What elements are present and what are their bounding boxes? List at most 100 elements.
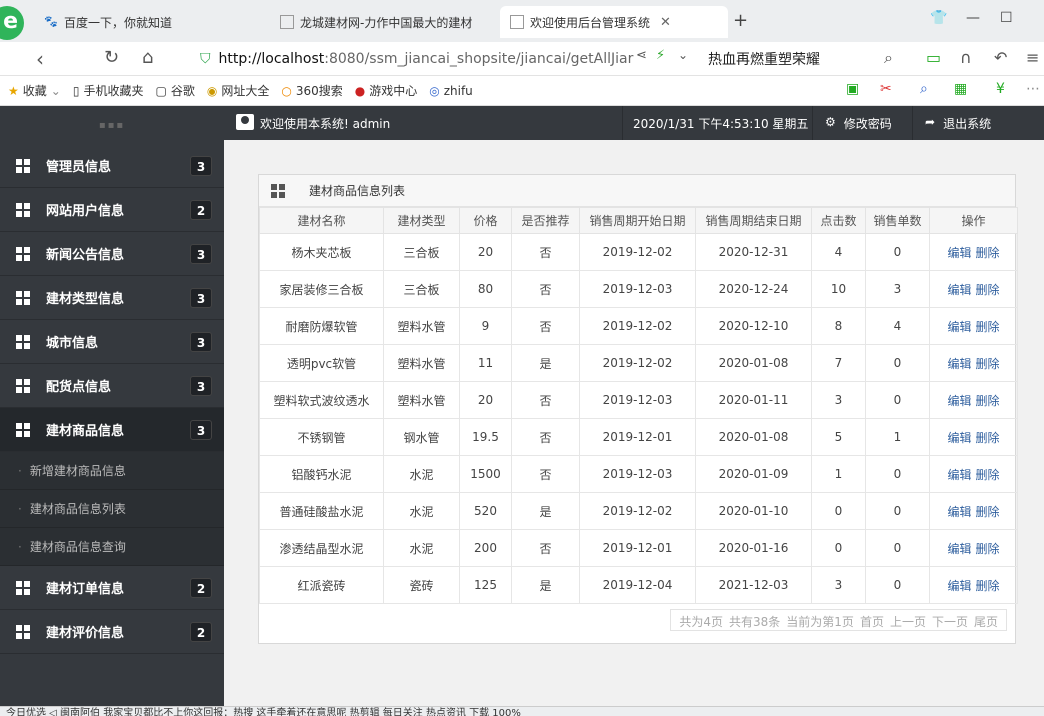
sidebar-item-news[interactable]: 新闻公告信息 3 — [0, 232, 224, 276]
table-cell: 2019-12-02 — [579, 307, 696, 345]
share-icon[interactable]: ⋖ — [636, 48, 647, 63]
delete-link[interactable]: 删除 — [976, 542, 1000, 556]
delete-link[interactable]: 删除 — [976, 431, 1000, 445]
new-tab-button[interactable]: + — [733, 10, 748, 31]
close-tab-icon[interactable]: ✕ — [660, 15, 671, 30]
table-row: 红派瓷砖 瓷砖 125 是 2019-12-04 2021-12-03 3 0 编辑 删除 — [259, 566, 1018, 604]
reload-icon[interactable]: ↻ — [104, 47, 119, 68]
column-header[interactable]: 是否推荐 — [511, 207, 580, 234]
battery-icon[interactable]: ▭ — [926, 48, 941, 67]
sidebar-subitem-product-query[interactable]: · 建材商品信息查询 — [0, 528, 224, 566]
bookmark-item[interactable]: ◎ zhifu — [429, 84, 473, 98]
bookmark-item[interactable]: ○ 360搜索 — [281, 82, 342, 99]
bookmark-label: 谷歌 — [170, 84, 195, 98]
search-icon: ○ — [281, 83, 292, 98]
maximize-icon[interactable]: ☐ — [1000, 10, 1013, 26]
sidebar-item-users[interactable]: 网站用户信息 2 — [0, 188, 224, 232]
back-icon[interactable]: ‹ — [36, 47, 44, 71]
edit-link[interactable]: 编辑 — [947, 542, 971, 556]
scissors-icon[interactable]: ✂ — [880, 81, 892, 97]
table-cell: 三合板 — [383, 270, 460, 308]
edit-link[interactable]: 编辑 — [947, 246, 971, 260]
bookmark-item[interactable]: ★ 收藏 ⌄ — [8, 82, 61, 99]
delete-link[interactable]: 删除 — [976, 357, 1000, 371]
sidebar-grip[interactable]: ▪▪▪ — [0, 106, 224, 144]
sidebar-subitem-add-product[interactable]: · 新增建材商品信息 — [0, 452, 224, 490]
edit-link[interactable]: 编辑 — [947, 283, 971, 297]
sidebar-item-cities[interactable]: 城市信息 3 — [0, 320, 224, 364]
table-cell: 普通硅酸盐水泥 — [259, 492, 384, 530]
column-header[interactable]: 建材名称 — [259, 207, 384, 234]
bookmark-item[interactable]: ◉ 网址大全 — [207, 82, 270, 99]
table-cell: 3 — [811, 381, 866, 419]
table-row: 家居装修三合板 三合板 80 否 2019-12-03 2020-12-24 10 3 编辑 删除 — [259, 270, 1018, 308]
menu-icon[interactable]: ≡ — [1026, 48, 1039, 67]
lightning-icon[interactable]: ⚡ — [656, 48, 665, 63]
pager-link[interactable]: 上一页 — [890, 613, 926, 629]
chevron-down-icon[interactable]: ⌄ — [678, 48, 688, 62]
delete-link[interactable]: 删除 — [976, 468, 1000, 482]
column-header[interactable]: 点击数 — [811, 207, 866, 234]
tab-longcheng[interactable]: 龙城建材网-力作中国最大的建材 — [270, 6, 498, 38]
datetime: 2020/1/31 下午4:53:10 星期五 — [622, 106, 818, 140]
gear-icon: ⚙ — [825, 115, 836, 129]
search-icon[interactable]: ⌕ — [920, 81, 928, 97]
search-icon[interactable]: ⌕ — [884, 48, 893, 68]
table-cell: 11 — [459, 344, 512, 382]
edit-link[interactable]: 编辑 — [947, 394, 971, 408]
sidebar-item-reviews[interactable]: 建材评价信息 2 — [0, 610, 224, 654]
table-cell: 2019-12-02 — [579, 344, 696, 382]
column-header[interactable]: 销售周期结束日期 — [695, 207, 812, 234]
money-icon[interactable]: ¥ — [996, 81, 1005, 97]
delete-link[interactable]: 删除 — [976, 320, 1000, 334]
edit-link[interactable]: 编辑 — [947, 468, 971, 482]
bookmark-item[interactable]: ▢ 谷歌 — [155, 82, 194, 99]
search-input[interactable]: 热血再燃重塑荣耀 — [708, 45, 908, 73]
delete-link[interactable]: 删除 — [976, 283, 1000, 297]
delete-link[interactable]: 删除 — [976, 246, 1000, 260]
table-cell: 20 — [459, 381, 512, 419]
edit-link[interactable]: 编辑 — [947, 579, 971, 593]
table-cell: 20 — [459, 233, 512, 271]
column-header[interactable]: 销售单数 — [865, 207, 930, 234]
grid-icon — [16, 158, 30, 173]
shirt-icon[interactable]: 👕 — [930, 10, 947, 26]
bookmark-item[interactable]: ● 游戏中心 — [355, 82, 418, 99]
headphones-icon[interactable]: ∩ — [960, 48, 972, 67]
delete-link[interactable]: 删除 — [976, 579, 1000, 593]
extension-icon[interactable]: ▣ — [846, 81, 859, 97]
edit-link[interactable]: 编辑 — [947, 431, 971, 445]
change-password-button[interactable]: ⚙ 修改密码 — [812, 106, 904, 140]
delete-link[interactable]: 删除 — [976, 394, 1000, 408]
logout-button[interactable]: ➦ 退出系统 — [912, 106, 1003, 140]
column-header[interactable]: 价格 — [459, 207, 512, 234]
sidebar-subitem-product-list[interactable]: · 建材商品信息列表 — [0, 490, 224, 528]
column-header[interactable]: 销售周期开始日期 — [579, 207, 696, 234]
pager-link[interactable]: 尾页 — [974, 613, 998, 629]
undo-icon[interactable]: ↶ — [994, 48, 1007, 67]
sidebar-item-orders[interactable]: 建材订单信息 2 — [0, 566, 224, 610]
tab-admin[interactable]: 欢迎使用后台管理系统 ✕ — [500, 6, 728, 38]
pager-link[interactable]: 下一页 — [932, 613, 968, 629]
column-header[interactable]: 建材类型 — [383, 207, 460, 234]
home-icon[interactable]: ⌂ — [142, 47, 153, 68]
sidebar-item-admin[interactable]: 管理员信息 3 — [0, 144, 224, 188]
sidebar-item-material-types[interactable]: 建材类型信息 3 — [0, 276, 224, 320]
tab-baidu[interactable]: 🐾 百度一下，你就知道 — [34, 6, 264, 38]
sidebar-item-products[interactable]: 建材商品信息 3 — [0, 408, 224, 452]
game-icon[interactable]: ▦ — [954, 81, 967, 97]
delete-link[interactable]: 删除 — [976, 505, 1000, 519]
edit-link[interactable]: 编辑 — [947, 357, 971, 371]
edit-link[interactable]: 编辑 — [947, 320, 971, 334]
edit-link[interactable]: 编辑 — [947, 505, 971, 519]
minimize-icon[interactable]: — — [966, 10, 980, 26]
actions-cell: 编辑 删除 — [929, 455, 1018, 493]
page-icon: ◎ — [429, 83, 440, 98]
actions-cell: 编辑 删除 — [929, 381, 1018, 419]
sidebar-item-delivery-points[interactable]: 配货点信息 3 — [0, 364, 224, 408]
more-icon[interactable]: ⋯ — [1026, 81, 1040, 97]
url-input[interactable]: ⛉ http://localhost :8080/ssm_jiancai_sho… — [192, 45, 702, 73]
change-password-label: 修改密码 — [843, 117, 892, 131]
bookmark-item[interactable]: ▯ 手机收藏夹 — [73, 82, 144, 99]
pager-link[interactable]: 首页 — [860, 613, 884, 629]
